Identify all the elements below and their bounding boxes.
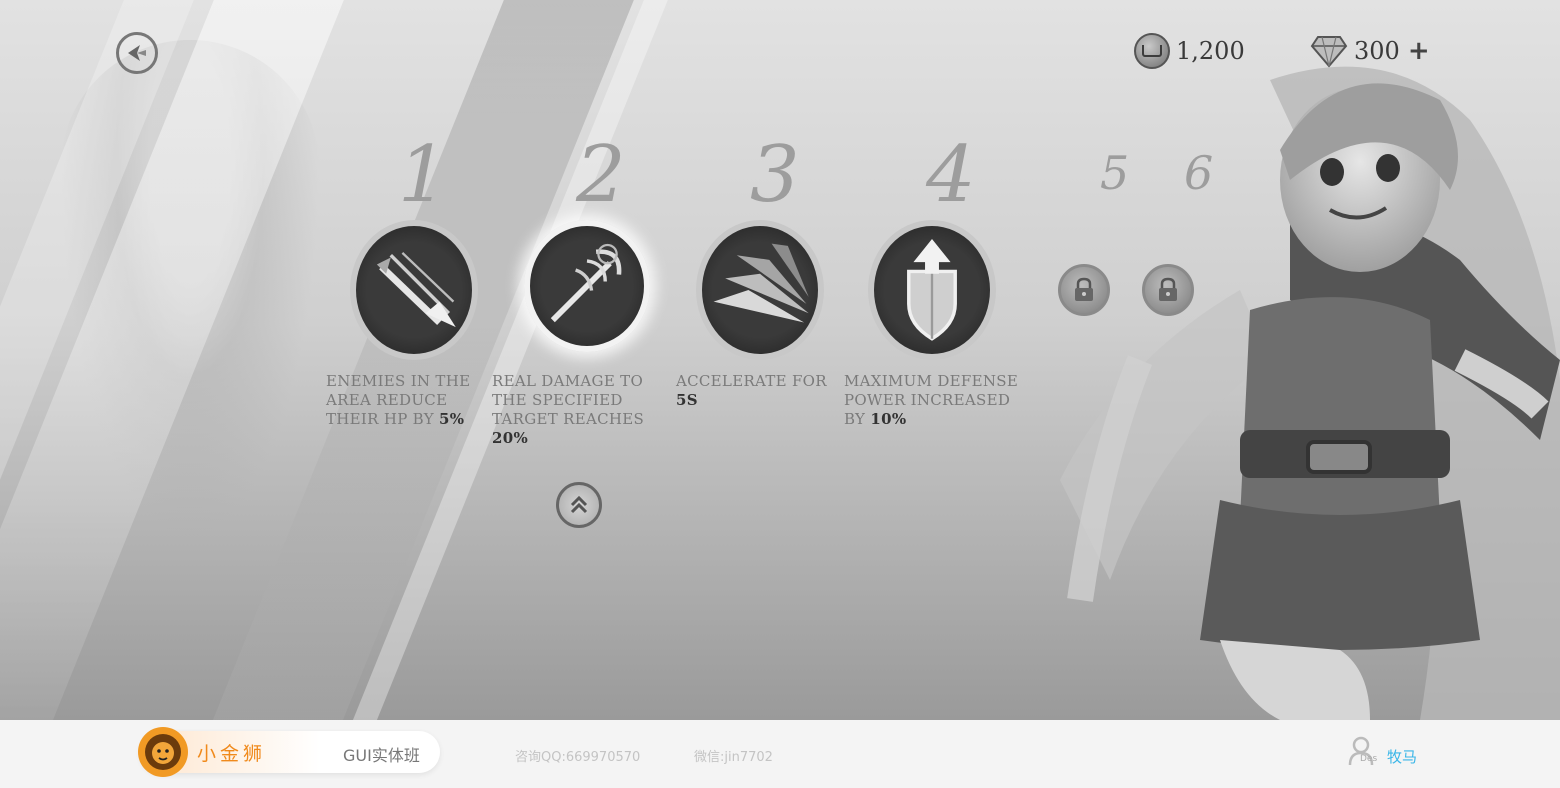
brand-name: 小金狮 <box>197 743 267 765</box>
course-label: GUI实体班 <box>343 746 420 765</box>
skill-slot-1[interactable] <box>350 220 478 360</box>
skill-slot-2[interactable] <box>524 220 650 352</box>
back-button[interactable] <box>116 32 158 74</box>
skill-3-description: ACCELERATE FOR 5S <box>676 372 827 409</box>
arrow-burst-icon <box>376 252 456 328</box>
skill-4-description: MAXIMUM DEFENSE POWER INCREASED BY 10% <box>844 372 1019 428</box>
footer-bar: 小金狮 GUI实体班 咨询QQ:669970570 微信:jin7702 Des… <box>0 720 1560 788</box>
slot-number-2: 2 <box>576 130 626 220</box>
author-name: 牧马 <box>1387 748 1418 766</box>
back-arrow-icon <box>128 45 146 61</box>
slot-number-4: 4 <box>926 130 976 220</box>
slot-number-1: 1 <box>398 130 448 220</box>
double-chevron-up-icon <box>570 495 588 514</box>
lion-logo-icon <box>138 727 188 777</box>
hero-character-illustration <box>1060 66 1560 720</box>
game-scene: 1,200 300 + 1 2 3 4 5 6 ENEMIES IN THE A… <box>0 0 1560 720</box>
skill-1-description: ENEMIES IN THE AREA REDUCE THEIR HP BY 5… <box>326 372 471 428</box>
upgrade-button[interactable] <box>556 482 602 528</box>
qq-contact: 咨询QQ:669970570 <box>515 750 641 765</box>
speed-streak-icon <box>713 243 809 323</box>
wechat-contact: 微信:jin7702 <box>694 750 773 765</box>
trident-icon <box>550 243 622 323</box>
skill-slot-3[interactable] <box>696 220 824 360</box>
slot-number-3: 3 <box>750 130 800 220</box>
skill-2-description: REAL DAMAGE TO THE SPECIFIED TARGET REAC… <box>492 372 645 447</box>
user-subtitle: Des <box>1360 754 1378 764</box>
shield-up-icon <box>907 238 957 341</box>
skill-slot-4[interactable] <box>868 220 996 360</box>
